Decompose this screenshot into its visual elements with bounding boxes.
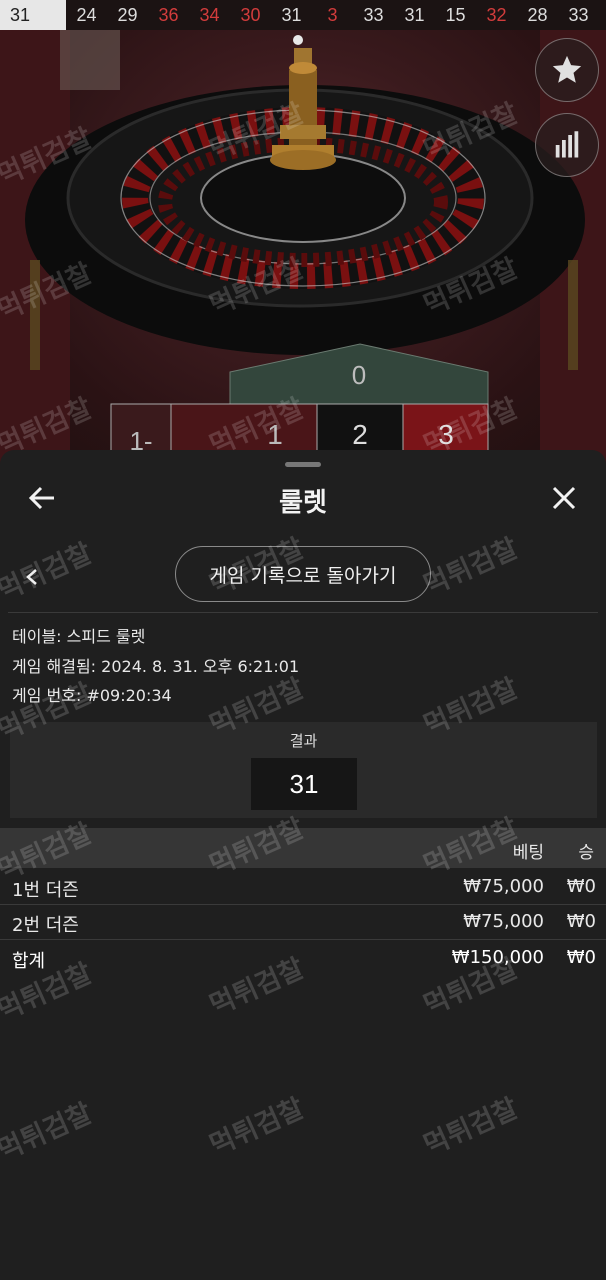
back-to-history-button[interactable]: 게임 기록으로 돌아가기	[175, 546, 431, 602]
result-item: 29	[117, 5, 138, 25]
table-row: 1번 더즌 ₩75,000 ₩0	[0, 870, 606, 904]
total-win-amount: ₩0	[566, 947, 596, 968]
result-item: 33	[363, 5, 384, 25]
win-amount: ₩0	[566, 911, 596, 932]
win-column-header: 승	[578, 843, 594, 863]
result-item: 30	[240, 5, 261, 25]
result-item: 28	[527, 5, 548, 25]
previous-game-button[interactable]	[22, 567, 42, 587]
bet-table-header: 베팅 승	[0, 828, 606, 868]
result-number: 31	[251, 758, 357, 810]
game-detail-sheet: 룰렛 게임 기록으로 돌아가기 테이블: 스피드 룰렛 게임 해결됨: 2024…	[0, 450, 606, 1280]
total-label: 합계	[12, 951, 46, 972]
close-icon	[552, 486, 576, 510]
sheet-drag-handle[interactable]	[285, 462, 321, 467]
result-item: 33	[568, 5, 589, 25]
resolved-time-text: 게임 해결됨: 2024. 8. 31. 오후 6:21:01	[12, 657, 300, 676]
table-name-text: 테이블: 스피드 룰렛	[12, 627, 146, 646]
win-amount: ₩0	[566, 876, 596, 897]
result-item: 36	[158, 5, 179, 25]
board-number-2: 2	[352, 419, 368, 450]
bar-chart-icon	[555, 131, 579, 158]
bet-name: 1번 더즌	[12, 880, 79, 901]
board-number-3: 3	[438, 419, 454, 450]
result-item: 32	[486, 5, 507, 25]
favorite-button[interactable]	[535, 38, 599, 102]
close-button[interactable]	[546, 480, 582, 516]
bet-column-header: 베팅	[512, 843, 544, 863]
live-video-scene: 0 1- 1 2 3	[0, 30, 606, 470]
result-item: 31	[281, 5, 302, 25]
bet-amount: ₩75,000	[463, 876, 544, 897]
star-icon	[552, 55, 582, 83]
total-bet-amount: ₩150,000	[451, 947, 544, 968]
result-item: 34	[199, 5, 220, 25]
result-label: 결과	[289, 732, 318, 750]
divider	[8, 612, 598, 613]
result-item: 31	[404, 5, 425, 25]
sheet-header: 룰렛	[0, 470, 606, 526]
result-item: 3	[327, 5, 338, 25]
board-number-1: 1	[267, 419, 283, 450]
results-history-strip: 31 24 29 36 34 30 31 3 33 31 15 32 28 33	[0, 0, 606, 30]
result-panel: 결과 31	[10, 722, 597, 818]
table-row: 2번 더즌 ₩75,000 ₩0	[0, 905, 606, 939]
game-number-text: 게임 번호: #09:20:34	[12, 686, 172, 705]
result-item: 15	[445, 5, 466, 25]
roulette-wheel-illustration: 0 1- 1 2 3	[0, 30, 606, 470]
row-divider	[0, 939, 606, 940]
bet-name: 2번 더즌	[12, 915, 79, 936]
result-item: 24	[76, 5, 97, 25]
total-row: 합계 ₩150,000 ₩0	[0, 941, 606, 975]
chevron-left-icon	[26, 569, 37, 585]
result-item: 31	[0, 0, 66, 30]
page-title: 룰렛	[279, 488, 327, 518]
statistics-button[interactable]	[535, 113, 599, 177]
bet-amount: ₩75,000	[463, 911, 544, 932]
board-zero: 0	[352, 360, 366, 390]
